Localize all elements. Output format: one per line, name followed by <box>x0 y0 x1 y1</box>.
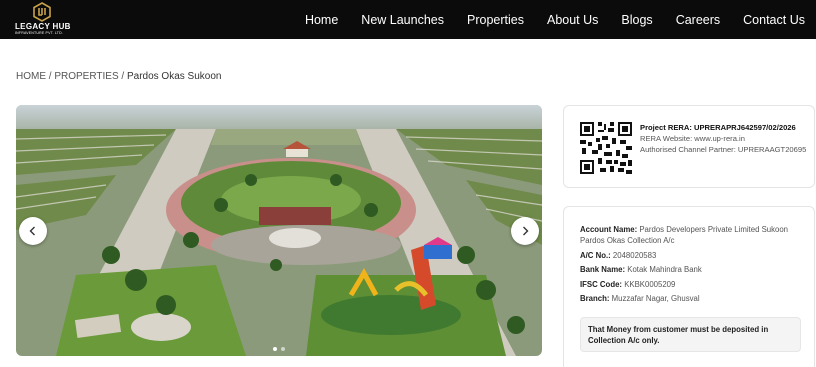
branch-value: Muzzafar Nagar, Ghusval <box>611 294 700 303</box>
logo-subtitle: INFRAVENTURE PVT. LTD. <box>15 31 64 35</box>
breadcrumb: HOME / PROPERTIES / Pardos Okas Sukoon <box>16 71 221 82</box>
rera-website[interactable]: RERA Website: www.up-rera.in <box>640 133 812 144</box>
bank-details-card: Account Name: Pardos Developers Private … <box>563 206 815 367</box>
nav-careers[interactable]: Careers <box>676 13 720 27</box>
breadcrumb-separator: / <box>121 71 125 82</box>
nav-new-launches[interactable]: New Launches <box>361 13 444 27</box>
site-logo[interactable]: LEGACY HUB INFRAVENTURE PVT. LTD. <box>14 2 74 36</box>
bank-name-label: Bank Name: <box>580 265 626 274</box>
property-gallery <box>16 105 542 356</box>
bank-row-branch: Branch: Muzzafar Nagar, Ghusval <box>580 293 806 304</box>
bank-name-value: Kotak Mahindra Bank <box>627 265 702 274</box>
bank-details: Account Name: Pardos Developers Private … <box>580 224 806 308</box>
property-aerial-photo <box>16 105 542 356</box>
gallery-pagination <box>16 347 542 351</box>
ifsc-value: KKBK0005209 <box>624 279 676 289</box>
bank-row-bank-name: Bank Name: Kotak Mahindra Bank <box>580 264 806 275</box>
branch-label: Branch: <box>580 294 610 303</box>
nav-about-us[interactable]: About Us <box>547 13 598 27</box>
bank-row-ifsc: IFSC Code: KKBK0005209 <box>580 279 806 290</box>
gallery-next-button[interactable] <box>511 217 539 245</box>
chevron-left-icon <box>29 226 35 236</box>
breadcrumb-properties[interactable]: PROPERTIES <box>54 71 118 82</box>
chevron-right-icon <box>523 226 529 236</box>
rera-details: Project RERA: UPRERAPRJ642597/02/2026 RE… <box>640 122 812 155</box>
bank-row-account-name: Account Name: Pardos Developers Private … <box>580 224 806 246</box>
gallery-prev-button[interactable] <box>19 217 47 245</box>
collection-account-notice: That Money from customer must be deposit… <box>580 317 801 352</box>
gallery-dot[interactable] <box>273 347 277 351</box>
ac-no-label: A/C No.: <box>580 250 611 260</box>
main-nav: Home New Launches Properties About Us Bl… <box>305 0 805 39</box>
ac-no-value: 2048020583 <box>612 250 657 260</box>
bank-row-ac-no: A/C No.: 2048020583 <box>580 250 806 261</box>
logo-mark-icon <box>33 2 51 22</box>
breadcrumb-current: Pardos Okas Sukoon <box>126 71 222 82</box>
nav-home[interactable]: Home <box>305 13 338 27</box>
rera-info-card: Project RERA: UPRERAPRJ642597/02/2026 RE… <box>563 105 815 188</box>
site-header: LEGACY HUB INFRAVENTURE PVT. LTD. Home N… <box>0 0 816 39</box>
nav-blogs[interactable]: Blogs <box>621 13 652 27</box>
project-rera-number: Project RERA: UPRERAPRJ642597/02/2026 <box>640 123 796 132</box>
logo-name: LEGACY HUB <box>15 22 71 31</box>
breadcrumb-home[interactable]: HOME <box>16 71 46 82</box>
nav-properties[interactable]: Properties <box>467 13 524 27</box>
ifsc-label: IFSC Code: <box>580 279 623 289</box>
nav-contact-us[interactable]: Contact Us <box>743 13 805 27</box>
account-name-label: Account Name: <box>580 225 638 234</box>
channel-partner-id: Authorised Channel Partner: UPRERAAGT206… <box>640 145 807 154</box>
gallery-dot[interactable] <box>281 347 285 351</box>
breadcrumb-separator: / <box>48 71 52 82</box>
qr-code-icon <box>580 122 632 174</box>
